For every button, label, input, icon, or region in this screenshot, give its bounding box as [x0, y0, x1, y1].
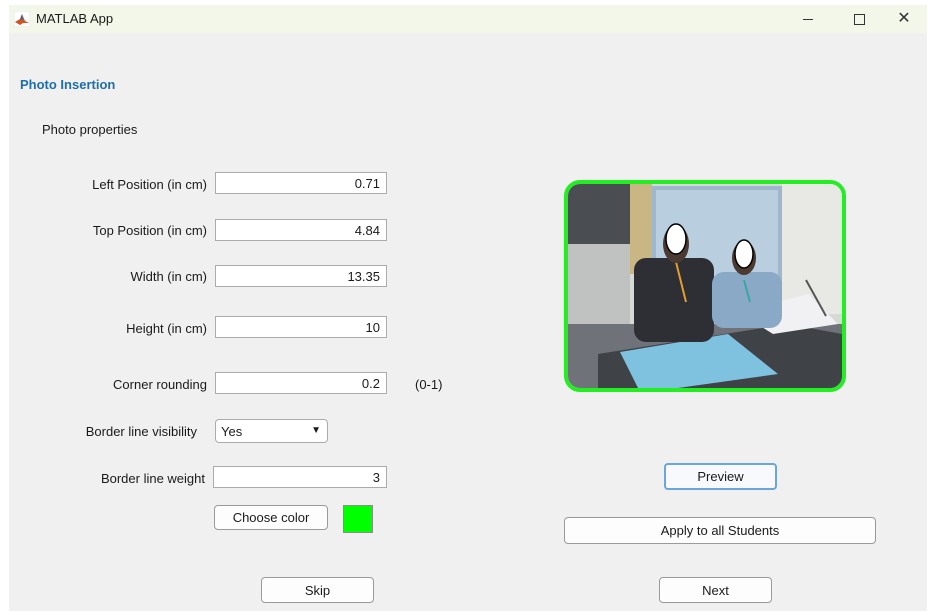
corner-rounding-range: (0-1): [415, 377, 443, 392]
maximize-icon: [853, 13, 865, 25]
window-title: MATLAB App: [36, 11, 114, 26]
border-weight-label: Border line weight: [100, 471, 205, 486]
minimize-icon: [803, 18, 813, 20]
photo-image: [568, 184, 842, 388]
corner-rounding-field[interactable]: 0.2: [215, 372, 387, 394]
matlab-icon: [14, 11, 30, 27]
border-visibility-dropdown[interactable]: Yes ▼: [215, 419, 328, 443]
width-label: Width (in cm): [130, 269, 207, 284]
top-position-label: Top Position (in cm): [92, 223, 207, 238]
choose-color-button[interactable]: Choose color: [214, 505, 328, 530]
section-title: Photo Insertion: [20, 77, 116, 92]
photo-preview: [564, 180, 846, 392]
chevron-down-icon: ▼: [311, 425, 321, 436]
title-bar: MATLAB App ✕: [9, 5, 927, 33]
height-field[interactable]: 10: [215, 316, 387, 338]
height-label: Height (in cm): [126, 321, 207, 336]
close-icon: ✕: [897, 10, 911, 27]
preview-label: Preview: [697, 469, 744, 484]
width-field[interactable]: 13.35: [215, 265, 387, 287]
left-position-label: Left Position (in cm): [92, 177, 207, 192]
border-visibility-value: Yes: [221, 424, 243, 439]
minimize-button[interactable]: [785, 5, 831, 33]
skip-label: Skip: [304, 583, 331, 598]
app-window: MATLAB App ✕ Photo Insertion Photo prope…: [9, 5, 927, 611]
corner-rounding-label: Corner rounding: [113, 377, 207, 392]
border-weight-field[interactable]: 3: [213, 466, 387, 488]
choose-color-label: Choose color: [232, 510, 310, 525]
apply-all-label: Apply to all Students: [660, 523, 780, 538]
border-color-swatch[interactable]: [343, 505, 373, 533]
border-visibility-label: Border line visibility: [85, 424, 197, 439]
close-button[interactable]: ✕: [881, 5, 927, 33]
maximize-button[interactable]: [836, 5, 882, 33]
top-position-field[interactable]: 4.84: [215, 219, 387, 241]
skip-button[interactable]: Skip: [261, 577, 374, 603]
next-button[interactable]: Next: [659, 577, 772, 603]
left-position-field[interactable]: 0.71: [215, 172, 387, 194]
group-label: Photo properties: [42, 122, 138, 137]
next-label: Next: [702, 583, 729, 598]
apply-all-button[interactable]: Apply to all Students: [564, 517, 876, 544]
preview-button[interactable]: Preview: [664, 463, 777, 490]
